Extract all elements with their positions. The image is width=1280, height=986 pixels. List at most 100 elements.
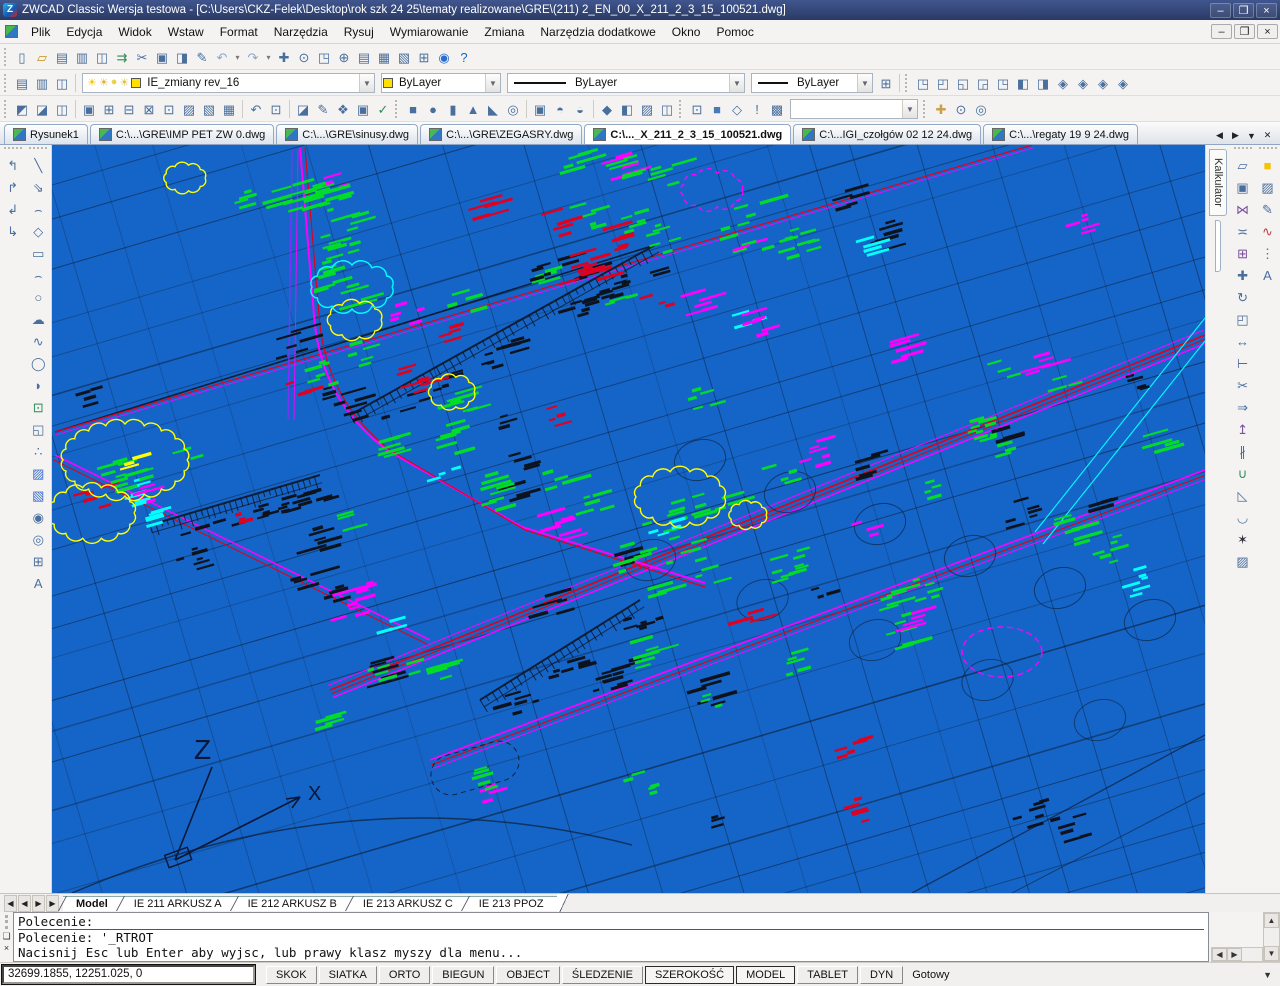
bring-above-icon[interactable]: ◫ <box>52 99 72 119</box>
tab-blank[interactable] <box>1215 220 1221 272</box>
toolbar-grip[interactable] <box>4 100 8 118</box>
cone-icon[interactable]: ▲ <box>463 99 483 119</box>
xline-icon[interactable]: ⇘ <box>28 177 48 197</box>
status-toggle[interactable]: MODEL <box>736 966 795 984</box>
cylinder-icon[interactable]: ▮ <box>443 99 463 119</box>
document-tab[interactable]: C:\...\regaty 19 9 24.dwg <box>983 124 1138 144</box>
status-toggle[interactable]: ORTO <box>379 966 430 984</box>
document-tab[interactable]: C:\...\GRE\sinusy.dwg <box>276 124 418 144</box>
pline-draw-icon[interactable]: ↳ <box>3 221 23 241</box>
design-center-icon[interactable]: ▦ <box>374 47 394 67</box>
menu-item[interactable]: Widok <box>110 22 159 42</box>
command-history[interactable]: Polecenie:Polecenie: '_RTROTNacisnij Esc… <box>13 912 1209 962</box>
menu-item[interactable]: Okno <box>664 22 709 42</box>
view-sw-iso-icon[interactable]: ◈ <box>1053 73 1073 93</box>
publish-icon[interactable]: ⇉ <box>112 47 132 67</box>
toolbar-grip[interactable] <box>4 74 8 92</box>
line-icon[interactable]: ╲ <box>28 155 48 175</box>
view-nw-iso-icon[interactable]: ◈ <box>1113 73 1133 93</box>
lights-icon[interactable]: ! <box>747 99 767 119</box>
region-icon[interactable]: ◎ <box>28 529 48 549</box>
plot-style-icon[interactable]: ⊞ <box>876 73 896 93</box>
menu-item[interactable]: Plik <box>23 22 58 42</box>
layer-previous-icon[interactable]: ◫ <box>52 73 72 93</box>
match-properties-icon[interactable]: ✎ <box>192 47 212 67</box>
hide-icon[interactable]: ✚ <box>931 99 951 119</box>
status-toggle[interactable]: OBJECT <box>496 966 559 984</box>
lineweight-combo[interactable]: ByLayer ▼ <box>751 73 873 93</box>
rectangle-icon[interactable]: ▭ <box>28 243 48 263</box>
last-layout-icon[interactable]: ▶ <box>46 895 59 912</box>
interfere-icon[interactable]: ◫ <box>657 99 677 119</box>
menu-item[interactable]: Rysuj <box>336 22 382 42</box>
draw-order-icon[interactable]: ■ <box>1258 155 1278 175</box>
layout-tab[interactable]: IE 212 ARKUSZ B <box>235 896 350 911</box>
layer-vp-freeze-icon[interactable]: ☀ <box>119 76 129 89</box>
menu-item[interactable]: Zmiana <box>476 22 532 42</box>
move-icon[interactable]: ✚ <box>1233 265 1253 285</box>
mapping-icon[interactable]: ▩ <box>767 99 787 119</box>
layer-lock-icon[interactable]: ● <box>111 76 118 89</box>
paste-icon[interactable]: ◨ <box>172 47 192 67</box>
section-icon[interactable]: ▨ <box>637 99 657 119</box>
copy-edges-icon[interactable]: ↶ <box>246 99 266 119</box>
array-icon[interactable]: ⊞ <box>1233 243 1253 263</box>
find-icon[interactable]: ◉ <box>434 47 454 67</box>
command-hscrollbar[interactable]: ◀ ▶ <box>1211 947 1263 962</box>
minimize-button[interactable]: – <box>1210 3 1231 18</box>
drawing-canvas[interactable]: ZX <box>52 145 1205 893</box>
zoom-window-icon[interactable]: ◳ <box>314 47 334 67</box>
lengthen-icon[interactable]: ⊢ <box>1233 353 1253 373</box>
boundary-icon[interactable]: ◉ <box>28 507 48 527</box>
view-se-iso-icon[interactable]: ◈ <box>1073 73 1093 93</box>
menu-item[interactable]: Narzędzia dodatkowe <box>532 22 663 42</box>
tool-palettes-icon[interactable]: ▧ <box>394 47 414 67</box>
scale-icon[interactable]: ◰ <box>1233 309 1253 329</box>
sphere-icon[interactable]: ● <box>423 99 443 119</box>
send-to-back-icon[interactable]: ◪ <box>32 99 52 119</box>
shell-icon[interactable]: ▣ <box>353 99 373 119</box>
rotate-icon[interactable]: ↻ <box>1233 287 1253 307</box>
named-views-icon[interactable]: ◳ <box>913 73 933 93</box>
slice-icon[interactable]: ◧ <box>617 99 637 119</box>
cut-icon[interactable]: ✂ <box>132 47 152 67</box>
clean-icon[interactable]: ✎ <box>313 99 333 119</box>
tab-scroll-right-icon[interactable]: ▶ <box>1229 130 1242 141</box>
pan-icon[interactable]: ✚ <box>274 47 294 67</box>
mline-edit-icon[interactable]: ⋮ <box>1258 243 1278 263</box>
undo-icon[interactable]: ↶ <box>212 47 232 67</box>
command-vscrollbar[interactable]: ▲ ▼ <box>1263 912 1280 962</box>
fillet-icon[interactable]: ◡ <box>1233 507 1253 527</box>
arc-icon[interactable]: ⌢ <box>28 265 48 285</box>
status-toggle[interactable]: DYN <box>860 966 903 984</box>
mtext-icon[interactable]: A <box>28 573 48 593</box>
status-menu-icon[interactable]: ▼ <box>1263 970 1278 980</box>
copy-faces-icon[interactable]: ⊡ <box>159 99 179 119</box>
spline-icon[interactable]: ∿ <box>28 331 48 351</box>
prev-layout-icon[interactable]: ◀ <box>18 895 31 912</box>
chevron-down-icon[interactable]: ▼ <box>902 100 917 118</box>
hatch-icon[interactable]: ▨ <box>28 463 48 483</box>
layer-combo[interactable]: ☀☀●☀ IE_zmiany rev_16 ▼ <box>82 73 375 93</box>
taper-faces-icon[interactable]: ▦ <box>219 99 239 119</box>
torus-icon[interactable]: ◎ <box>503 99 523 119</box>
text-edit-icon[interactable]: A <box>1258 265 1278 285</box>
toolbar-grip[interactable] <box>395 100 399 118</box>
join-icon[interactable]: ∪ <box>1233 463 1253 483</box>
layout-tab[interactable]: IE 211 ARKUSZ A <box>121 896 235 911</box>
menu-item[interactable]: Wymiarowanie <box>382 22 477 42</box>
hatch-edit-icon[interactable]: ▨ <box>1258 177 1278 197</box>
menu-item[interactable]: Wstaw <box>160 22 212 42</box>
toolbar-grip[interactable] <box>4 147 22 151</box>
chevron-down-icon[interactable]: ▼ <box>857 74 872 92</box>
layout-tab[interactable]: IE 213 ARKUSZ C <box>350 896 466 911</box>
view-left-icon[interactable]: ◲ <box>973 73 993 93</box>
edit-hatch-icon[interactable]: ▨ <box>1233 551 1253 571</box>
layout-tab[interactable]: Model <box>63 896 121 911</box>
revolve-icon[interactable]: ◓ <box>550 99 570 119</box>
extrude-icon[interactable]: ▣ <box>530 99 550 119</box>
new-icon[interactable]: ▯ <box>12 47 32 67</box>
status-toggle[interactable]: TABLET <box>797 966 858 984</box>
bring-to-front-icon[interactable]: ◩ <box>12 99 32 119</box>
doc-restore-button[interactable]: ❐ <box>1234 24 1255 39</box>
